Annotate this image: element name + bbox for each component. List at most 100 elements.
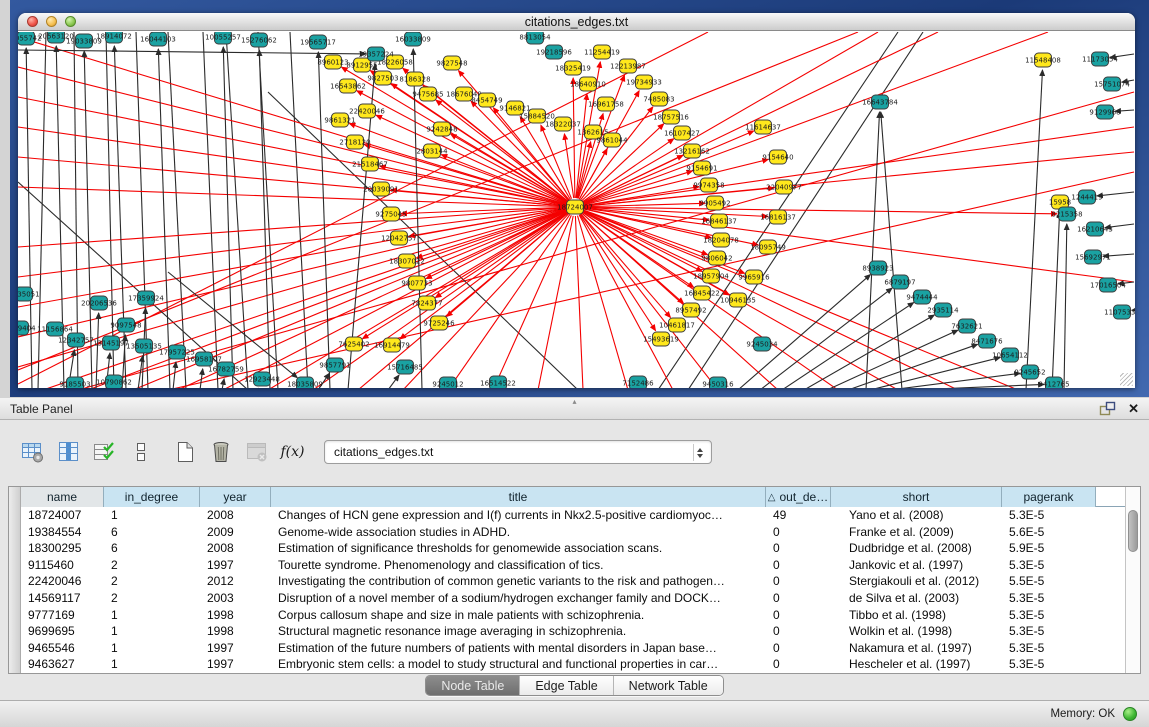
graph-node[interactable]: 16033809	[395, 32, 431, 46]
column-header-pagerank[interactable]: pagerank	[1002, 487, 1096, 507]
column-header-year[interactable]: year	[200, 487, 271, 507]
graph-edge[interactable]	[178, 211, 567, 388]
tab-node-table[interactable]: Node Table	[426, 676, 519, 695]
graph-node[interactable]: 9905492	[699, 196, 730, 210]
graph-node[interactable]: 11075334	[1104, 305, 1135, 319]
select-all-button[interactable]	[92, 440, 117, 465]
graph-node[interactable]: 19734933	[626, 75, 662, 89]
graph-edge[interactable]	[222, 379, 224, 388]
graph-edge[interactable]	[583, 155, 683, 203]
graph-node[interactable]: 18957904	[693, 269, 729, 283]
graph-node[interactable]: 16643784	[862, 95, 898, 109]
graph-edge[interactable]	[866, 112, 880, 388]
table-row[interactable]: 946362711997Embryonic stem cells: a mode…	[21, 656, 1125, 673]
network-window-titlebar[interactable]: citations_edges.txt	[18, 13, 1135, 31]
graph-node[interactable]: 16543862	[330, 79, 366, 93]
graph-node[interactable]: 18325419	[555, 61, 591, 75]
graph-node[interactable]: 8813054	[519, 32, 551, 44]
graph-node[interactable]: 20039091	[363, 182, 399, 196]
graph-edge[interactable]	[18, 97, 566, 205]
graph-node[interactable]: 6879197	[884, 275, 915, 289]
graph-edge[interactable]	[579, 215, 673, 388]
graph-node[interactable]: 8957492	[675, 303, 706, 317]
graph-node[interactable]: 16845422	[684, 286, 720, 300]
graph-edge[interactable]	[448, 214, 570, 388]
table-row[interactable]: 1872400712008Changes of HCN gene express…	[21, 507, 1125, 524]
table-row[interactable]: 969969511998Structural magnetic resonanc…	[21, 623, 1125, 640]
tab-network-table[interactable]: Network Table	[613, 676, 723, 695]
graph-edge[interactable]	[538, 216, 573, 388]
graph-node[interactable]: 16914479	[374, 338, 410, 352]
close-panel-icon[interactable]: ✕	[1128, 401, 1139, 416]
unselect-all-button[interactable]	[128, 440, 153, 465]
graph-node[interactable]: 15716485	[387, 360, 423, 374]
graph-edge[interactable]	[583, 211, 702, 271]
graph-edge[interactable]	[18, 187, 566, 207]
graph-node[interactable]: 7485083	[643, 92, 674, 106]
graph-node[interactable]: 16846137	[701, 214, 737, 228]
graph-node[interactable]: 9806042	[701, 251, 732, 265]
graph-node[interactable]: 9412765	[1038, 377, 1069, 388]
new-table-button[interactable]	[172, 440, 197, 465]
graph-node[interactable]: 17359924	[128, 291, 164, 305]
graph-node[interactable]: 8471676	[971, 334, 1003, 348]
graph-node[interactable]: 19565717	[300, 35, 336, 49]
graph-node[interactable]: 1244419	[1071, 190, 1102, 204]
table-row[interactable]: 1938455462009Genome-wide association stu…	[21, 524, 1125, 541]
graph-edge[interactable]	[18, 209, 566, 337]
graph-node[interactable]: 9245652	[1014, 365, 1045, 379]
graph-node[interactable]: 9154640	[762, 150, 793, 164]
graph-edge[interactable]	[1052, 212, 1060, 388]
graph-edge[interactable]	[1064, 224, 1067, 388]
graph-node[interactable]: 8186328	[399, 72, 430, 86]
graph-node[interactable]: 15692971	[1075, 250, 1111, 264]
table-row[interactable]: 1456911722003Disruption of a novel membe…	[21, 590, 1125, 607]
graph-node[interactable]: 11173054	[1082, 52, 1118, 66]
graph-edge[interactable]	[365, 145, 567, 205]
graph-node[interactable]: 15276062	[241, 33, 277, 47]
graph-edge[interactable]	[1026, 70, 1042, 388]
graph-edge[interactable]	[584, 171, 693, 204]
graph-node[interactable]: 9129968	[1089, 105, 1120, 119]
resize-grip-icon[interactable]	[1120, 373, 1133, 386]
graph-edge[interactable]	[564, 134, 573, 198]
graph-edge[interactable]	[760, 288, 892, 388]
graph-node[interactable]: 16044103	[140, 32, 176, 46]
graph-node[interactable]: 9827503	[367, 71, 398, 85]
scrollbar-thumb[interactable]	[1128, 510, 1138, 552]
graph-edge[interactable]	[573, 78, 575, 198]
graph-node[interactable]: 2718120	[339, 135, 370, 149]
column-header-title[interactable]: title	[271, 487, 766, 507]
graph-node[interactable]: 7152486	[622, 376, 654, 388]
table-row[interactable]: 2242004622012Investigating the contribut…	[21, 573, 1125, 590]
graph-node[interactable]: 11156864	[37, 322, 73, 336]
graph-edge[interactable]	[18, 67, 566, 205]
graph-node[interactable]: 16514522	[480, 376, 516, 388]
graph-node[interactable]: 12042757	[381, 231, 417, 245]
graph-node[interactable]: 10461817	[659, 318, 695, 332]
graph-node[interactable]: 10790862	[96, 375, 132, 388]
graph-node[interactable]: 12923448	[244, 372, 280, 386]
table-selector-dropdown[interactable]: citations_edges.txt	[324, 440, 712, 464]
table-row[interactable]: 911546021997Tourette syndrome. Phenomeno…	[21, 557, 1125, 574]
graph-edge[interactable]	[38, 32, 46, 388]
graph-node[interactable]: 9135051	[18, 287, 40, 301]
graph-edge[interactable]	[158, 49, 170, 388]
tab-edge-table[interactable]: Edge Table	[519, 676, 612, 695]
graph-node[interactable]: 8938923	[862, 261, 893, 275]
float-panel-icon[interactable]	[1099, 401, 1116, 416]
graph-edge[interactable]	[18, 127, 566, 206]
graph-node[interactable]: 22040977	[766, 180, 802, 194]
column-header-in_degree[interactable]: in_degree	[104, 487, 200, 507]
graph-edge[interactable]	[738, 275, 870, 388]
graph-node[interactable]: 9097548	[110, 318, 141, 332]
graph-edge[interactable]	[173, 362, 176, 388]
table-row[interactable]: 977716911998Corpus callosum shape and si…	[21, 607, 1125, 624]
graph-node[interactable]: 11254419	[584, 45, 620, 59]
graph-node[interactable]: 11548408	[1025, 53, 1061, 67]
table-row[interactable]: 946554611997Estimation of the future num…	[21, 640, 1125, 657]
graph-edge[interactable]	[96, 313, 99, 388]
table-mode-button[interactable]	[20, 440, 45, 465]
graph-node[interactable]: 9857791	[319, 358, 350, 372]
memory-ok-icon[interactable]	[1123, 707, 1137, 721]
